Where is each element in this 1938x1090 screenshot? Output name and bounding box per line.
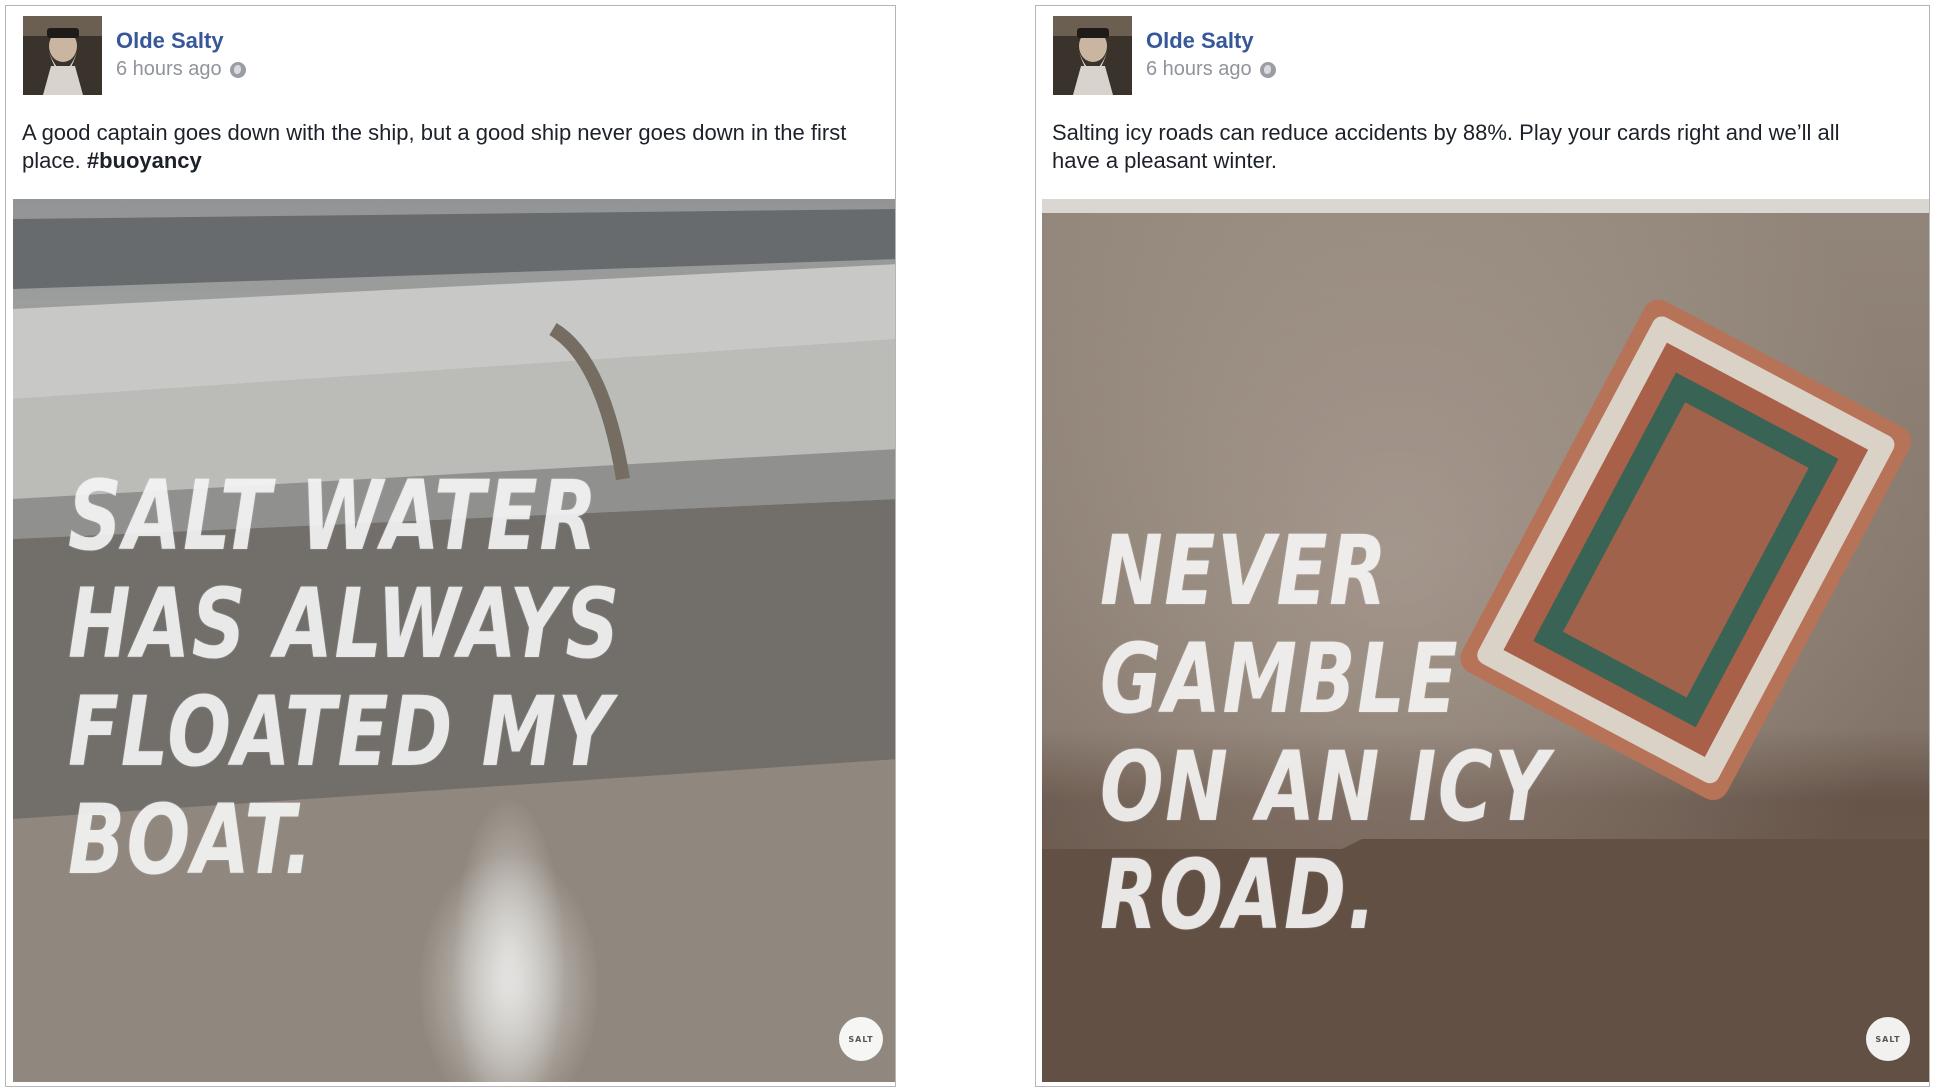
avatar[interactable] [23,16,102,95]
avatar[interactable] [1053,16,1132,95]
post-timestamp[interactable]: 6 hours ago [1146,58,1276,81]
post-caption: Salting icy roads can reduce accidents b… [1052,119,1889,175]
headline: SALT WATER HAS ALWAYS FLOATED MY BOAT. [68,462,716,894]
headline-line: ON AN ICY ROAD. [1100,731,1551,951]
globe-icon[interactable] [229,61,246,78]
salt-logo: SALT [839,1017,883,1061]
post-image[interactable]: NEVER GAMBLE ON AN ICY ROAD. SALT [1042,199,1929,1082]
post-caption: A good captain goes down with the ship, … [22,119,855,175]
timestamp-text[interactable]: 6 hours ago [1146,58,1252,81]
salt-logo: SALT [1866,1017,1910,1061]
author-link[interactable]: Olde Salty [116,28,224,54]
headline: NEVER GAMBLE ON AN ICY ROAD. [1100,517,1747,949]
headline-line: NEVER GAMBLE [1100,515,1460,735]
post-image[interactable]: SALT WATER HAS ALWAYS FLOATED MY BOAT. S… [13,199,895,1082]
author-link[interactable]: Olde Salty [1146,28,1254,54]
post-timestamp[interactable]: 6 hours ago [116,58,246,81]
facebook-post: Olde Salty 6 hours ago Salting icy roads… [1035,5,1930,1087]
globe-icon[interactable] [1259,61,1276,78]
facebook-post: Olde Salty 6 hours ago A good captain go… [5,5,896,1087]
headline-line: HAS ALWAYS [68,568,621,680]
headline-line: SALT WATER [68,460,599,572]
hashtag-link[interactable]: #buoyancy [87,148,202,173]
caption-text: Salting icy roads can reduce accidents b… [1052,120,1840,173]
headline-line: FLOATED MY BOAT. [68,676,614,896]
timestamp-text[interactable]: 6 hours ago [116,58,222,81]
